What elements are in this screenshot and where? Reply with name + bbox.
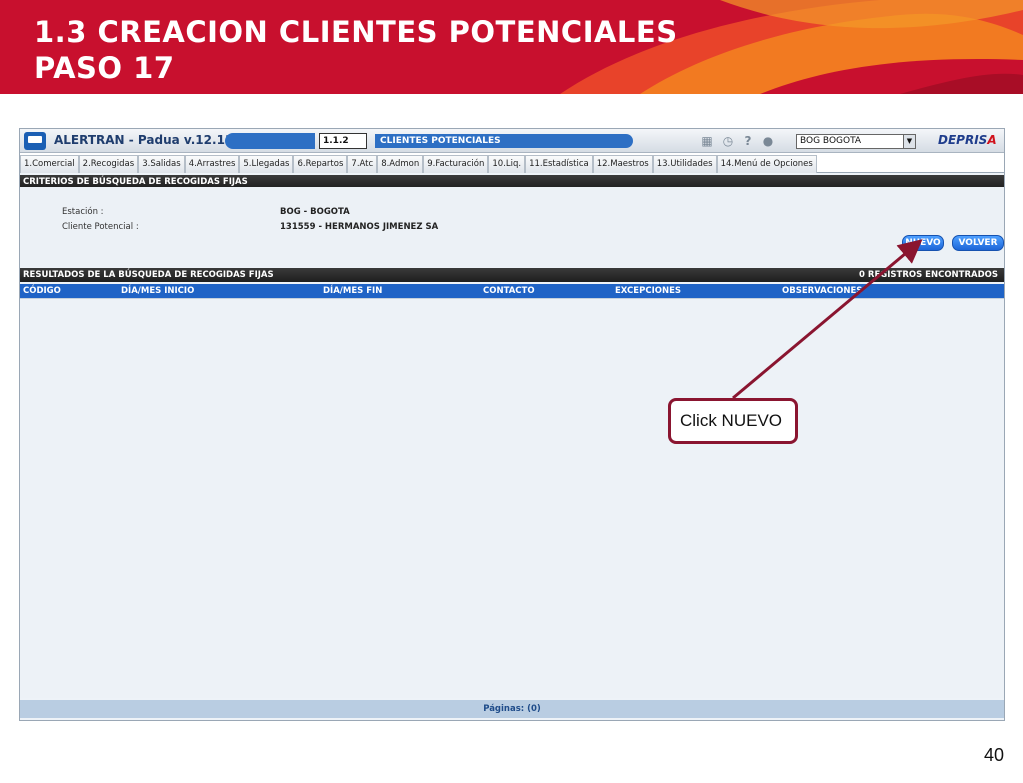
annotation-arrow <box>732 239 923 400</box>
callout-click-nuevo: Click NUEVO <box>668 398 798 444</box>
page-number: 40 <box>983 745 1004 765</box>
